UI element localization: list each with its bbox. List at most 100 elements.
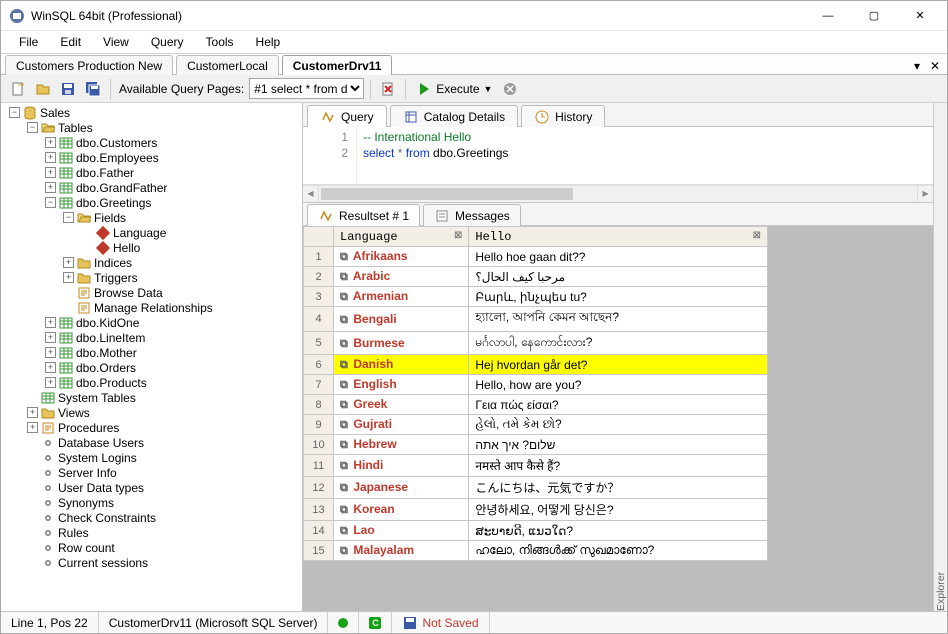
tree-item[interactable]: Rules [27,525,300,540]
query-pages-label: Available Query Pages: [117,82,246,96]
tree-field[interactable]: Hello [81,240,300,255]
table-row[interactable]: 4⧉ Bengaliহ্যালো, আপনি কেমন আছেন? [304,307,768,332]
gear-icon [41,436,55,450]
menu-view[interactable]: View [93,33,139,51]
table-row[interactable]: 7⧉ EnglishHello, how are you? [304,375,768,395]
gear-icon [41,451,55,465]
file-tab[interactable]: Customers Production New [5,55,173,75]
table-row[interactable]: 14⧉ Laoສະບາຍດີ, ແນວໃດ? [304,521,768,541]
table-row[interactable]: 2⧉ Arabicمرحبا كيف الحال؟ [304,267,768,287]
database-icon [23,106,37,120]
open-button[interactable] [32,78,54,100]
table-row[interactable]: 15⧉ Malayalamഹലോ, നിങ്ങൾക്ക് സുഖമാണോ? [304,541,768,561]
table-icon [59,361,73,375]
tree-item[interactable]: +Indices [63,255,300,270]
explorer-panel-handle[interactable]: Explorer [933,103,947,611]
cell-hello: Hello, how are you? [469,375,768,395]
editor-tab-history[interactable]: History [521,105,605,127]
table-row[interactable]: 1⧉ AfrikaansHello hoe gaan dit?? [304,247,768,267]
menu-file[interactable]: File [9,33,48,51]
code-editor[interactable]: 12 -- International Hello select * from … [303,127,933,185]
editor-tab-query[interactable]: Query [307,105,387,127]
cell-hello: Hello hoe gaan dit?? [469,247,768,267]
tree-item[interactable]: Manage Relationships [63,300,300,315]
result-grid[interactable]: Language⊠Hello⊠1⧉ AfrikaansHello hoe gaa… [303,226,933,611]
tree-table[interactable]: +dbo.Father [45,165,300,180]
toolbar: Available Query Pages: #1 select * from … [1,75,947,103]
table-row[interactable]: 3⧉ ArmenianԲարև, ինչպես tu? [304,287,768,307]
table-row[interactable]: 13⧉ Korean안녕하세요, 어떻게 당신은? [304,499,768,521]
result-tab[interactable]: Messages [423,204,521,226]
cell-language: ⧉ Armenian [334,287,469,307]
tree-table[interactable]: +dbo.Customers [45,135,300,150]
editor-tab-catalog-details[interactable]: Catalog Details [390,105,518,127]
folder-icon [41,406,55,420]
execute-button[interactable]: Execute ▼ [412,78,496,100]
table-row[interactable]: 8⧉ GreekΓεια πώς είσαι? [304,395,768,415]
tree-table[interactable]: +dbo.LineItem [45,330,300,345]
editor-hscroll[interactable]: ◂▸ [303,185,933,202]
tree-item[interactable]: Browse Data [63,285,300,300]
tree-scroll[interactable]: −Sales−Tables+dbo.Customers+dbo.Employee… [1,103,302,611]
app-title: WinSQL 64bit (Professional) [31,9,805,23]
status-commit: C [359,612,392,633]
file-tab[interactable]: CustomerDrv11 [282,55,393,75]
menu-query[interactable]: Query [141,33,194,51]
menu-edit[interactable]: Edit [50,33,91,51]
cell-language: ⧉ Afrikaans [334,247,469,267]
tree-table-greetings[interactable]: −dbo.Greetings [45,195,300,210]
chevron-down-icon: ▼ [484,84,493,94]
tree-views[interactable]: +Views [27,405,300,420]
new-button[interactable] [7,78,29,100]
tree-table[interactable]: +dbo.Mother [45,345,300,360]
menu-tools[interactable]: Tools [196,33,244,51]
gear-icon [41,466,55,480]
table-row[interactable]: 11⧉ Hindiनमस्ते आप कैसे हैं? [304,455,768,477]
tree-system-tables[interactable]: System Tables [27,390,300,405]
tree-item[interactable]: User Data types [27,480,300,495]
tree-table[interactable]: +dbo.Employees [45,150,300,165]
stop-button[interactable] [499,78,521,100]
result-tab[interactable]: Resultset # 1 [307,204,420,226]
result-tabs: Resultset # 1Messages [303,202,933,226]
tree-table[interactable]: +dbo.KidOne [45,315,300,330]
tree-tables[interactable]: −Tables [27,120,300,135]
tree-procedures[interactable]: +Procedures [27,420,300,435]
script-icon [77,286,91,300]
tree-item[interactable]: System Logins [27,450,300,465]
tree-item[interactable]: +Triggers [63,270,300,285]
tree-item[interactable]: Server Info [27,465,300,480]
tree-table[interactable]: +dbo.Products [45,375,300,390]
tree-table[interactable]: +dbo.GrandFather [45,180,300,195]
save-all-button[interactable] [82,78,104,100]
tree-fields[interactable]: −Fields [63,210,300,225]
tabs-scroll-button[interactable]: ▾ [909,58,925,74]
tree-table[interactable]: +dbo.Orders [45,360,300,375]
tree-item[interactable]: Database Users [27,435,300,450]
maximize-button[interactable]: ▢ [851,1,897,31]
col-header[interactable]: Language⊠ [334,227,469,247]
table-row[interactable]: 12⧉ Japaneseこんにちは、元気ですか？ [304,477,768,499]
gear-icon [41,541,55,555]
tree-item[interactable]: Current sessions [27,555,300,570]
tree-item[interactable]: Synonyms [27,495,300,510]
table-row[interactable]: 6⧉ DanishHej hvordan går det? [304,355,768,375]
tree-field[interactable]: Language [81,225,300,240]
delete-query-button[interactable] [377,78,399,100]
tree-item[interactable]: Row count [27,540,300,555]
tabs-close-button[interactable]: ✕ [927,58,943,74]
minimize-button[interactable]: — [805,1,851,31]
table-row[interactable]: 10⧉ Hebrewשלום? איך אתה [304,435,768,455]
query-pages-select[interactable]: #1 select * from dt [249,78,364,99]
tree-item[interactable]: Check Constraints [27,510,300,525]
menu-help[interactable]: Help [246,33,291,51]
table-row[interactable]: 5⧉ Burmeseမင်္ဂလာပါ, နေကောင်းလား? [304,332,768,355]
tree-database[interactable]: −Sales [9,105,300,120]
close-button[interactable]: ✕ [897,1,943,31]
table-row[interactable]: 9⧉ Gujratiહેલો, તમે કેમ છો? [304,415,768,435]
save-button[interactable] [57,78,79,100]
col-header[interactable]: Hello⊠ [469,227,768,247]
file-tab[interactable]: CustomerLocal [176,55,279,75]
gear-icon [41,511,55,525]
cell-language: ⧉ Lao [334,521,469,541]
